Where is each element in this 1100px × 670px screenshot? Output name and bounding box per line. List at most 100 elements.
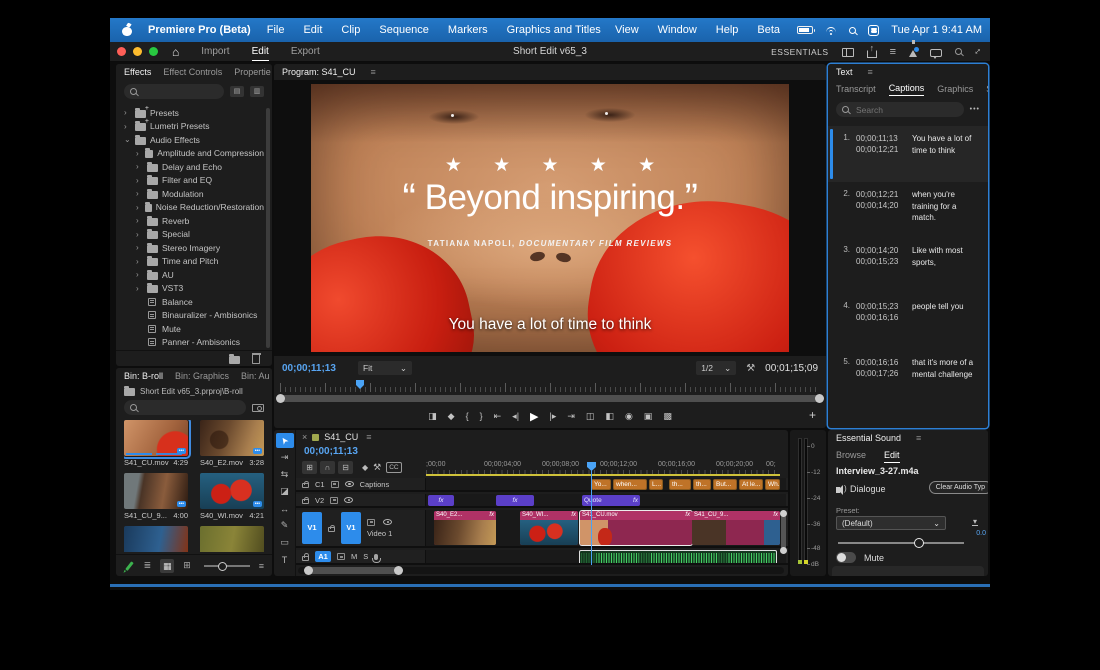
S41_CU.mov[interactable]: ••• S41_CU.mov4:29 [124,420,188,467]
video-clip[interactable]: S41_CU.movfx [580,511,692,545]
mark-out-icon[interactable]: } [480,411,483,421]
track-select-v1[interactable]: V1 [341,512,361,544]
caption-text[interactable]: that it's more of a mental challenge [912,357,982,399]
caption-clip[interactable]: th... [693,479,711,490]
effects-tree-row[interactable]: Mute [116,322,264,336]
caption-clip[interactable]: th... [669,479,691,490]
chevron-icon[interactable]: › [136,230,143,239]
effects-tree-row[interactable]: › Modulation [116,187,264,201]
preset-dropdown[interactable]: (Default)⌄ [836,516,946,530]
panel-tab[interactable]: Effects [124,67,151,77]
minimize-window-button[interactable] [133,47,142,56]
effects-search-input[interactable] [124,84,224,99]
effects-tree-row[interactable]: › Delay and Echo [116,160,264,174]
video-track-v1[interactable]: V1 V1 Video 1 S40_E2...fx S40_WI... [296,510,788,548]
effects-tree-row[interactable]: › Amplitude and Compression [116,147,264,161]
menu-item[interactable]: Beta [757,24,780,36]
close-sequence-icon[interactable]: × [302,432,307,442]
clip-thumbnail[interactable] [124,526,188,552]
extract-icon[interactable]: ◧ [605,411,614,422]
effects-tree-row[interactable]: › Filter and EQ [116,174,264,188]
sequence-tab-label[interactable]: S41_CU [324,432,358,442]
step-back-icon[interactable]: ◂| [512,411,519,422]
track-id[interactable]: C1 [315,480,325,489]
timeline-timecode[interactable]: 00;00;11;13 [304,446,358,457]
control-center-icon[interactable] [868,25,879,36]
workspaces-icon[interactable] [842,48,854,57]
track-select-a1[interactable]: A1 [315,551,331,562]
sync-lock-icon[interactable] [330,497,338,504]
effects-tree-row[interactable]: › VST3 [116,282,264,296]
go-to-in-icon[interactable]: ⇤ [494,411,502,422]
video-clip[interactable]: S40_E2...fx [434,511,496,545]
export-frame-settings-icon[interactable]: ◨ [428,411,437,422]
clip-thumbnail[interactable]: ••• [200,420,264,456]
timeline-playhead[interactable] [591,468,592,565]
a1-track-content[interactable] [426,550,786,563]
caption-text[interactable]: when you're training for a match. [912,189,982,231]
zoom-level-select[interactable]: Fit⌄ [358,361,412,375]
camera-icon[interactable] [252,404,264,412]
clip-thumbnail[interactable] [200,526,264,552]
clip-thumbnail[interactable]: ••• [124,420,188,456]
panel-tab[interactable]: Graphics [937,84,973,94]
beta-feedback-icon[interactable] [909,50,917,57]
linked-selection-icon[interactable]: ⊟ [338,461,353,474]
menu-item[interactable]: File [267,24,285,36]
video-clip[interactable]: S41_CU_9...fx [692,511,780,545]
accelerated-effects-filter-icon[interactable]: ▤ [230,86,244,97]
clear-audio-type-button[interactable]: Clear Audio Typ [929,481,988,494]
caption-row[interactable]: 3. 00;00;14;2000;00;15;23 Like with most… [828,238,988,294]
mute-toggle[interactable] [836,552,856,563]
chevron-icon[interactable]: ⌄ [124,135,131,144]
panel-tab[interactable]: Transcript [836,84,876,94]
comments-icon[interactable] [930,49,942,57]
chevron-icon[interactable]: › [136,243,143,252]
more-options-icon[interactable]: ••• [970,106,980,113]
lock-icon[interactable] [328,527,335,532]
playback-resolution-select[interactable]: 1/2⌄ [696,361,736,375]
snap-toggle-icon[interactable]: ∩ [320,461,335,474]
caption-row[interactable]: 5. 00;00;16;1600;00;17;26 that it's more… [828,350,988,406]
bin-search-input[interactable] [124,400,246,415]
list-view-icon[interactable]: ≣ [144,560,152,571]
chevron-icon[interactable]: › [124,108,131,117]
captions-search-input[interactable] [836,102,964,117]
step-forward-icon[interactable]: |▸ [550,411,557,422]
audio-meters-panel[interactable]: 0-12-24-36-48dB [790,430,826,576]
S41_CU_9...[interactable]: ••• S41_CU_9...4:00 [124,473,188,520]
type-tool[interactable]: T [276,552,294,567]
track-visibility-icon[interactable] [383,519,392,525]
close-window-button[interactable] [117,47,126,56]
panel-tab[interactable]: Effect Controls [163,67,222,77]
mute-track-button[interactable]: M [351,552,357,561]
caption-text[interactable]: Like with most sports, [912,245,982,287]
thumbnail-zoom-slider[interactable] [204,565,250,567]
wifi-icon[interactable] [825,26,837,35]
lock-icon[interactable] [302,499,309,504]
caption-clip[interactable]: L... [649,479,663,490]
bin-search-field[interactable] [142,402,212,414]
caption-row[interactable]: 1. 00;00;11;1300;00;12;21 You have a lot… [828,126,988,182]
effects-search-field[interactable] [142,86,212,98]
menu-item[interactable]: Clip [341,24,360,36]
caption-text[interactable]: people tell you [912,301,982,343]
captions-track[interactable]: C1 Captions Yo...when...L...th...th...Bu… [296,478,788,492]
battery-icon[interactable] [797,26,813,34]
effects-tree-row[interactable]: Balance [116,295,264,309]
effects-tree-row[interactable]: Binauralizer - Ambisonics [116,309,264,323]
caption-clip[interactable]: At le... [739,479,763,490]
stack-icon[interactable]: ≡ [890,46,896,58]
program-tab[interactable]: Program: S41_CU [282,67,356,77]
panel-tab[interactable]: Edit [884,450,900,463]
spotlight-search-icon[interactable] [849,27,856,34]
export-frame-icon[interactable]: ◉ [625,411,633,422]
chevron-icon[interactable]: › [136,284,143,293]
panel-tab[interactable]: Bin: Au [241,371,270,381]
effects-tree-row[interactable]: › Presets [116,106,264,120]
workspace-label[interactable]: ESSENTIALS [771,47,828,57]
add-marker-icon[interactable]: ◆ [362,463,368,472]
timeline-ruler[interactable]: ;00;0000;00;04;0000;00;08;0000;00;12;000… [426,460,780,476]
delete-icon[interactable] [252,355,260,364]
chevron-icon[interactable]: › [136,176,143,185]
